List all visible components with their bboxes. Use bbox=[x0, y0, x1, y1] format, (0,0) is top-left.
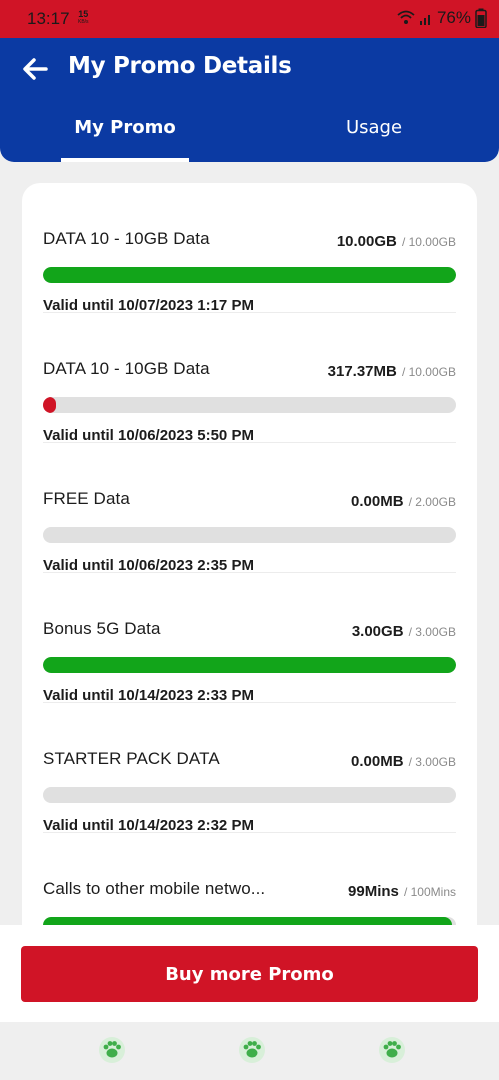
promo-item[interactable]: STARTER PACK DATA 0.00MB / 3.00GB Valid … bbox=[43, 703, 456, 834]
usage-progress-bar bbox=[43, 657, 456, 673]
promo-used: 317.37MB bbox=[327, 363, 397, 380]
tab-usage[interactable]: Usage bbox=[310, 117, 438, 138]
wifi-icon bbox=[397, 10, 415, 24]
usage-progress-fill bbox=[43, 657, 456, 673]
back-arrow-icon[interactable] bbox=[20, 56, 50, 82]
promo-total: / 100Mins bbox=[403, 885, 456, 899]
app-header: My Promo Details My Promo Usage bbox=[0, 38, 499, 162]
promo-total: / 10.00GB bbox=[401, 235, 456, 249]
promo-item[interactable]: DATA 10 - 10GB Data 10.00GB / 10.00GB Va… bbox=[43, 183, 456, 314]
promo-name: Calls to other mobile netwo... bbox=[43, 879, 266, 898]
promo-validity: Valid until 10/14/2023 2:32 PM bbox=[43, 817, 254, 834]
promo-total: / 3.00GB bbox=[408, 755, 456, 769]
promo-name: DATA 10 - 10GB Data bbox=[43, 229, 210, 248]
promo-validity: Valid until 10/14/2023 2:33 PM bbox=[43, 687, 254, 704]
tab-my-promo[interactable]: My Promo bbox=[61, 117, 189, 138]
usage-progress-bar bbox=[43, 397, 456, 413]
promo-amount: 317.37MB / 10.00GB bbox=[328, 361, 456, 380]
promo-validity: Valid until 10/06/2023 5:50 PM bbox=[43, 427, 254, 444]
battery-icon bbox=[475, 8, 487, 28]
promo-used: 3.00GB bbox=[351, 623, 404, 640]
buy-more-promo-button[interactable]: Buy more Promo bbox=[21, 946, 478, 1002]
promo-name: FREE Data bbox=[43, 489, 130, 508]
usage-progress-bar bbox=[43, 787, 456, 803]
promo-used: 0.00MB bbox=[351, 753, 404, 770]
promo-name: DATA 10 - 10GB Data bbox=[43, 359, 210, 378]
signal-icon bbox=[419, 15, 430, 25]
system-nav-bar bbox=[0, 1022, 499, 1080]
battery-level: 76% bbox=[436, 8, 471, 27]
page-title: My Promo Details bbox=[68, 53, 292, 79]
bottom-action-area: Buy more Promo bbox=[0, 925, 499, 1022]
promo-amount: 3.00GB / 3.00GB bbox=[352, 621, 456, 640]
promo-item[interactable]: Bonus 5G Data 3.00GB / 3.00GB Valid unti… bbox=[43, 573, 456, 704]
promo-validity: Valid until 10/06/2023 2:35 PM bbox=[43, 557, 254, 574]
usage-progress-bar bbox=[43, 267, 456, 283]
promo-total: / 10.00GB bbox=[401, 365, 456, 379]
promo-total: / 3.00GB bbox=[408, 625, 456, 639]
promo-amount: 99Mins / 100Mins bbox=[348, 881, 456, 900]
status-bar: 13:17 15 KB/s 76% bbox=[0, 0, 499, 38]
network-speed: 15 KB/s bbox=[78, 10, 89, 26]
status-time: 13:17 bbox=[27, 9, 70, 28]
promo-total: / 2.00GB bbox=[408, 495, 456, 509]
promo-amount: 0.00MB / 3.00GB bbox=[351, 751, 456, 770]
promo-item[interactable]: DATA 10 - 10GB Data 317.37MB / 10.00GB V… bbox=[43, 313, 456, 444]
paw-icon[interactable] bbox=[238, 1036, 266, 1064]
active-tab-indicator bbox=[61, 158, 189, 162]
usage-progress-fill bbox=[43, 397, 56, 413]
promo-list-card: DATA 10 - 10GB Data 10.00GB / 10.00GB Va… bbox=[22, 183, 477, 943]
paw-icon[interactable] bbox=[98, 1036, 126, 1064]
usage-progress-bar bbox=[43, 527, 456, 543]
paw-icon[interactable] bbox=[378, 1036, 406, 1064]
promo-amount: 10.00GB / 10.00GB bbox=[337, 231, 456, 250]
promo-item[interactable]: FREE Data 0.00MB / 2.00GB Valid until 10… bbox=[43, 443, 456, 574]
status-icons: 76% bbox=[397, 8, 487, 28]
usage-progress-fill bbox=[43, 267, 456, 283]
promo-name: Bonus 5G Data bbox=[43, 619, 161, 638]
promo-validity: Valid until 10/07/2023 1:17 PM bbox=[43, 297, 254, 314]
promo-name: STARTER PACK DATA bbox=[43, 749, 220, 768]
promo-used: 0.00MB bbox=[351, 493, 404, 510]
promo-used: 99Mins bbox=[348, 883, 399, 900]
promo-amount: 0.00MB / 2.00GB bbox=[351, 491, 456, 510]
promo-used: 10.00GB bbox=[336, 233, 397, 250]
network-speed-unit: KB/s bbox=[78, 19, 89, 25]
